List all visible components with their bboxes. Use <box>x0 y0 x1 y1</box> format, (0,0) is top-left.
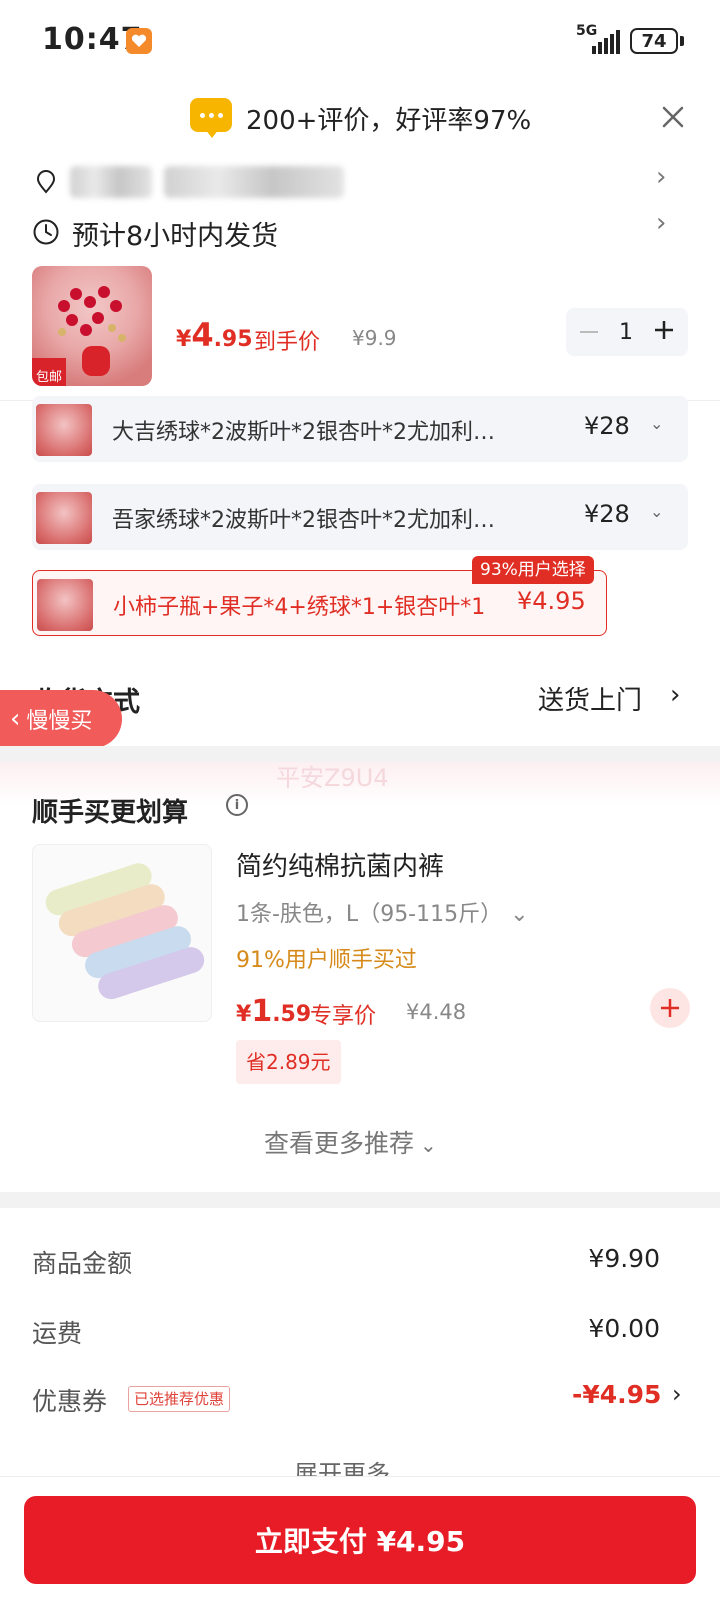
product-thumbnail[interactable]: 包邮 <box>32 266 152 386</box>
plus-button[interactable] <box>654 320 674 344</box>
original-price: ¥9.9 <box>352 326 397 350</box>
location-icon <box>34 170 58 194</box>
quantity-stepper: 1 <box>566 308 688 356</box>
pay-now-button[interactable]: 立即支付 ¥4.95 <box>24 1496 696 1584</box>
sku-price: ¥28 <box>584 412 630 440</box>
quantity-value[interactable]: 1 <box>619 320 633 345</box>
delivery-method-value[interactable]: 送货上门 <box>538 680 642 717</box>
sku-option[interactable]: 大吉绣球*2波斯叶*2银杏叶*2尤加利*3柿子*… ¥28 ⌄ <box>32 396 688 462</box>
chevron-right-icon[interactable]: › <box>656 208 666 238</box>
slow-buy-label: 慢慢买 <box>26 709 93 734</box>
sku-name: 小柿子瓶+果子*4+绣球*1+银杏叶*1 <box>113 595 486 620</box>
coupon-label: 优惠券 <box>32 1387 108 1416</box>
coupon-applied-tag: 已选推荐优惠 <box>128 1386 231 1412</box>
watermark: 平安Z9U4 <box>276 764 389 792</box>
sku-price: ¥28 <box>584 500 630 528</box>
clock-icon <box>32 218 60 246</box>
sku-option[interactable]: 吾家绣球*2波斯叶*2银杏叶*2尤加利*3柿子*… ¥28 ⌄ <box>32 484 688 550</box>
recommend-price-tag: 专享价 <box>310 1004 377 1029</box>
chevron-down-icon[interactable]: ⌄ <box>650 414 663 433</box>
recommend-product-image[interactable] <box>32 844 212 1022</box>
chevron-right-icon[interactable]: › <box>670 680 680 710</box>
slow-buy-button[interactable]: ‹ 慢慢买 <box>0 690 122 748</box>
goods-amount-value: ¥9.90 <box>588 1244 660 1273</box>
sku-name: 大吉绣球*2波斯叶*2银杏叶*2尤加利*3柿子*… <box>112 420 502 445</box>
expand-more-link[interactable]: 展开更多⌄ <box>294 1454 411 1476</box>
more-recommendations-link[interactable]: 查看更多推荐 ⌄ <box>264 1124 437 1160</box>
sku-thumbnail <box>37 579 93 631</box>
savings-badge: 省2.89元 <box>236 1040 341 1084</box>
recommend-price: ¥1.59 <box>236 994 312 1029</box>
plus-icon <box>655 321 673 339</box>
sku-name: 吾家绣球*2波斯叶*2银杏叶*2尤加利*3柿子*… <box>112 508 502 533</box>
chevron-right-icon[interactable]: › <box>656 162 666 192</box>
freight-label: 运费 <box>32 1319 83 1348</box>
chevron-right-icon[interactable]: › <box>672 1380 682 1408</box>
battery-level: 74 <box>641 30 667 52</box>
price-tag-label: 到手价 <box>254 330 321 355</box>
recommend-original-price: ¥4.48 <box>406 1000 467 1024</box>
chevron-down-icon[interactable]: ⌄ <box>650 502 663 521</box>
chevron-left-icon: ‹ <box>10 704 21 734</box>
battery-tip <box>680 36 684 46</box>
shipping-estimate[interactable]: 预计8小时内发货 <box>72 214 278 253</box>
free-shipping-label: 包邮 <box>36 370 63 385</box>
address-blurred <box>164 166 344 198</box>
close-icon <box>662 106 684 128</box>
battery-icon: 74 <box>630 28 678 54</box>
recommend-title: 顺手买更划算 <box>32 798 189 828</box>
minus-button[interactable] <box>580 331 598 333</box>
recommend-name[interactable]: 简约纯棉抗菌内裤 <box>236 846 444 883</box>
popular-choice-badge: 93%用户选择 <box>472 556 594 584</box>
chevron-down-icon: ⌄ <box>510 902 529 927</box>
sku-thumbnail <box>36 492 92 544</box>
chevron-down-icon: ⌄ <box>420 1133 437 1157</box>
coupon-discount[interactable]: -¥4.95 <box>572 1380 661 1409</box>
sku-thumbnail <box>36 404 92 456</box>
final-price: ¥4.95 <box>176 316 253 354</box>
close-button[interactable] <box>656 100 690 134</box>
sku-price: ¥4.95 <box>517 587 586 615</box>
add-recommend-button[interactable] <box>650 988 690 1028</box>
info-icon[interactable]: i <box>226 794 248 816</box>
review-summary[interactable]: 200+评价，好评率97% <box>246 100 531 137</box>
chevron-down-icon: ⌄ <box>396 1466 411 1476</box>
signal-icon <box>592 28 622 54</box>
chat-bubble-icon <box>190 98 232 132</box>
freight-value: ¥0.00 <box>588 1314 660 1343</box>
recommend-spec[interactable]: 1条-肤色，L（95-115斤） ⌄ <box>236 896 529 928</box>
app-notification-icon <box>126 28 152 54</box>
recommend-social-proof: 91%用户顺手买过 <box>236 948 417 973</box>
address-blurred <box>70 166 152 198</box>
plus-icon <box>661 999 679 1017</box>
goods-amount-label: 商品金额 <box>32 1249 133 1278</box>
